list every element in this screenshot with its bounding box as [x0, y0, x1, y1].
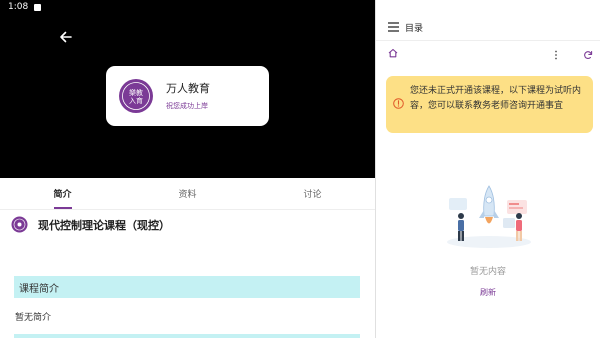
more-vertical-icon[interactable]	[554, 50, 558, 60]
brand-card: 樂教 入育 万人教育 祝您成功上岸	[106, 66, 269, 126]
course-logo	[11, 216, 28, 233]
refresh-icon[interactable]	[583, 50, 593, 60]
notification-icon	[34, 3, 42, 11]
svg-text:樂教: 樂教	[129, 88, 143, 97]
catalog-title: 目录	[405, 24, 424, 34]
empty-state-text: 暂无内容	[469, 267, 506, 277]
intro-heading: 课程简介	[14, 276, 360, 298]
brand-slogan: 祝您成功上岸	[166, 102, 208, 110]
tab-intro[interactable]: 简介	[0, 178, 125, 209]
header-divider	[376, 40, 600, 41]
tab-materials[interactable]: 资料	[125, 178, 250, 209]
warning-icon	[393, 98, 404, 109]
back-arrow-icon[interactable]	[58, 29, 74, 45]
home-icon[interactable]	[388, 48, 398, 58]
intro-text: 暂无简介	[15, 313, 52, 323]
course-title: 现代控制理论课程（现控）	[38, 219, 170, 232]
menu-icon[interactable]	[388, 22, 399, 32]
trial-notice: 您还未正式开通该课程，以下课程为试听内容，您可以联系教务老师咨询开通事宜	[386, 76, 593, 133]
brand-name: 万人教育	[166, 82, 210, 95]
video-player[interactable]: 1:08 樂教 入育 万人教育 祝您成功上岸	[0, 0, 375, 178]
course-detail-pane: 1:08 樂教 入育 万人教育 祝您成功上岸 简介 资料 讨论 现代控制理论课程…	[0, 0, 375, 338]
empty-state-illustration	[447, 185, 531, 248]
brand-logo: 樂教 入育	[119, 79, 153, 113]
next-section-bar	[14, 334, 360, 338]
tab-bar: 简介 资料 讨论	[0, 178, 375, 210]
svg-text:入育: 入育	[129, 96, 143, 105]
status-time: 1:08	[8, 2, 29, 12]
refresh-link[interactable]: 刷新	[376, 287, 600, 298]
catalog-pane: 目录 您还未正式开通该课程，以下课程为试听内容，您可以联系教务老师咨询开通事宜	[376, 0, 600, 338]
tab-discussion[interactable]: 讨论	[250, 178, 375, 209]
status-bar: 1:08	[8, 2, 42, 12]
notice-text: 您还未正式开通该课程，以下课程为试听内容，您可以联系教务老师咨询开通事宜	[410, 86, 582, 111]
